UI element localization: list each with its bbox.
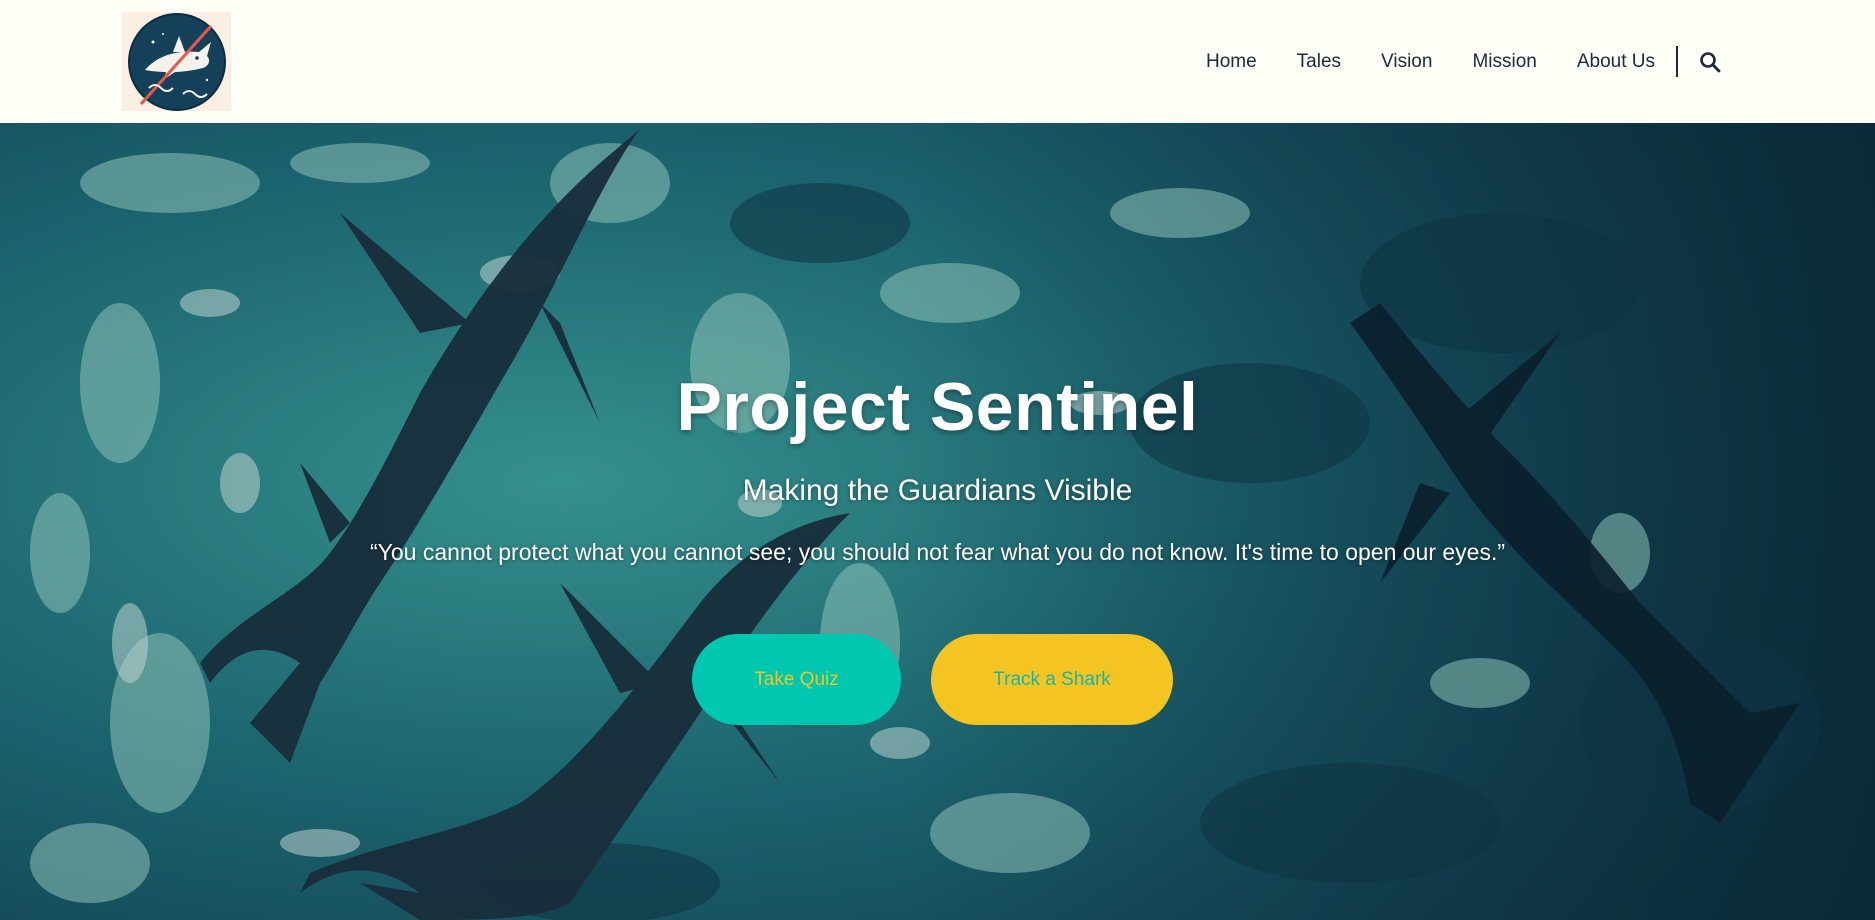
site-logo[interactable]	[122, 12, 231, 111]
site-header: Home Tales Vision Mission About Us	[0, 0, 1875, 123]
take-quiz-button[interactable]: Take Quiz	[692, 634, 901, 725]
nav-home[interactable]: Home	[1206, 51, 1257, 73]
hero-quote: “You cannot protect what you cannot see;…	[369, 539, 1506, 565]
main-nav: Home Tales Vision Mission About Us	[1206, 46, 1722, 77]
nav-tales[interactable]: Tales	[1297, 51, 1341, 73]
hero-subtitle: Making the Guardians Visible	[742, 474, 1133, 507]
hero-section: Project Sentinel Making the Guardians Vi…	[0, 123, 1875, 920]
nav-mission[interactable]: Mission	[1472, 51, 1536, 73]
page-title: Project Sentinel	[676, 369, 1199, 445]
shark-logo-icon	[127, 12, 226, 111]
search-button[interactable]	[1698, 50, 1722, 74]
nav-vision[interactable]: Vision	[1381, 51, 1432, 73]
nav-about-us[interactable]: About Us	[1577, 51, 1655, 73]
nav-divider	[1676, 46, 1678, 77]
track-shark-button[interactable]: Track a Shark	[931, 634, 1173, 725]
search-icon	[1700, 51, 1721, 72]
hero-content: Project Sentinel Making the Guardians Vi…	[0, 123, 1875, 920]
